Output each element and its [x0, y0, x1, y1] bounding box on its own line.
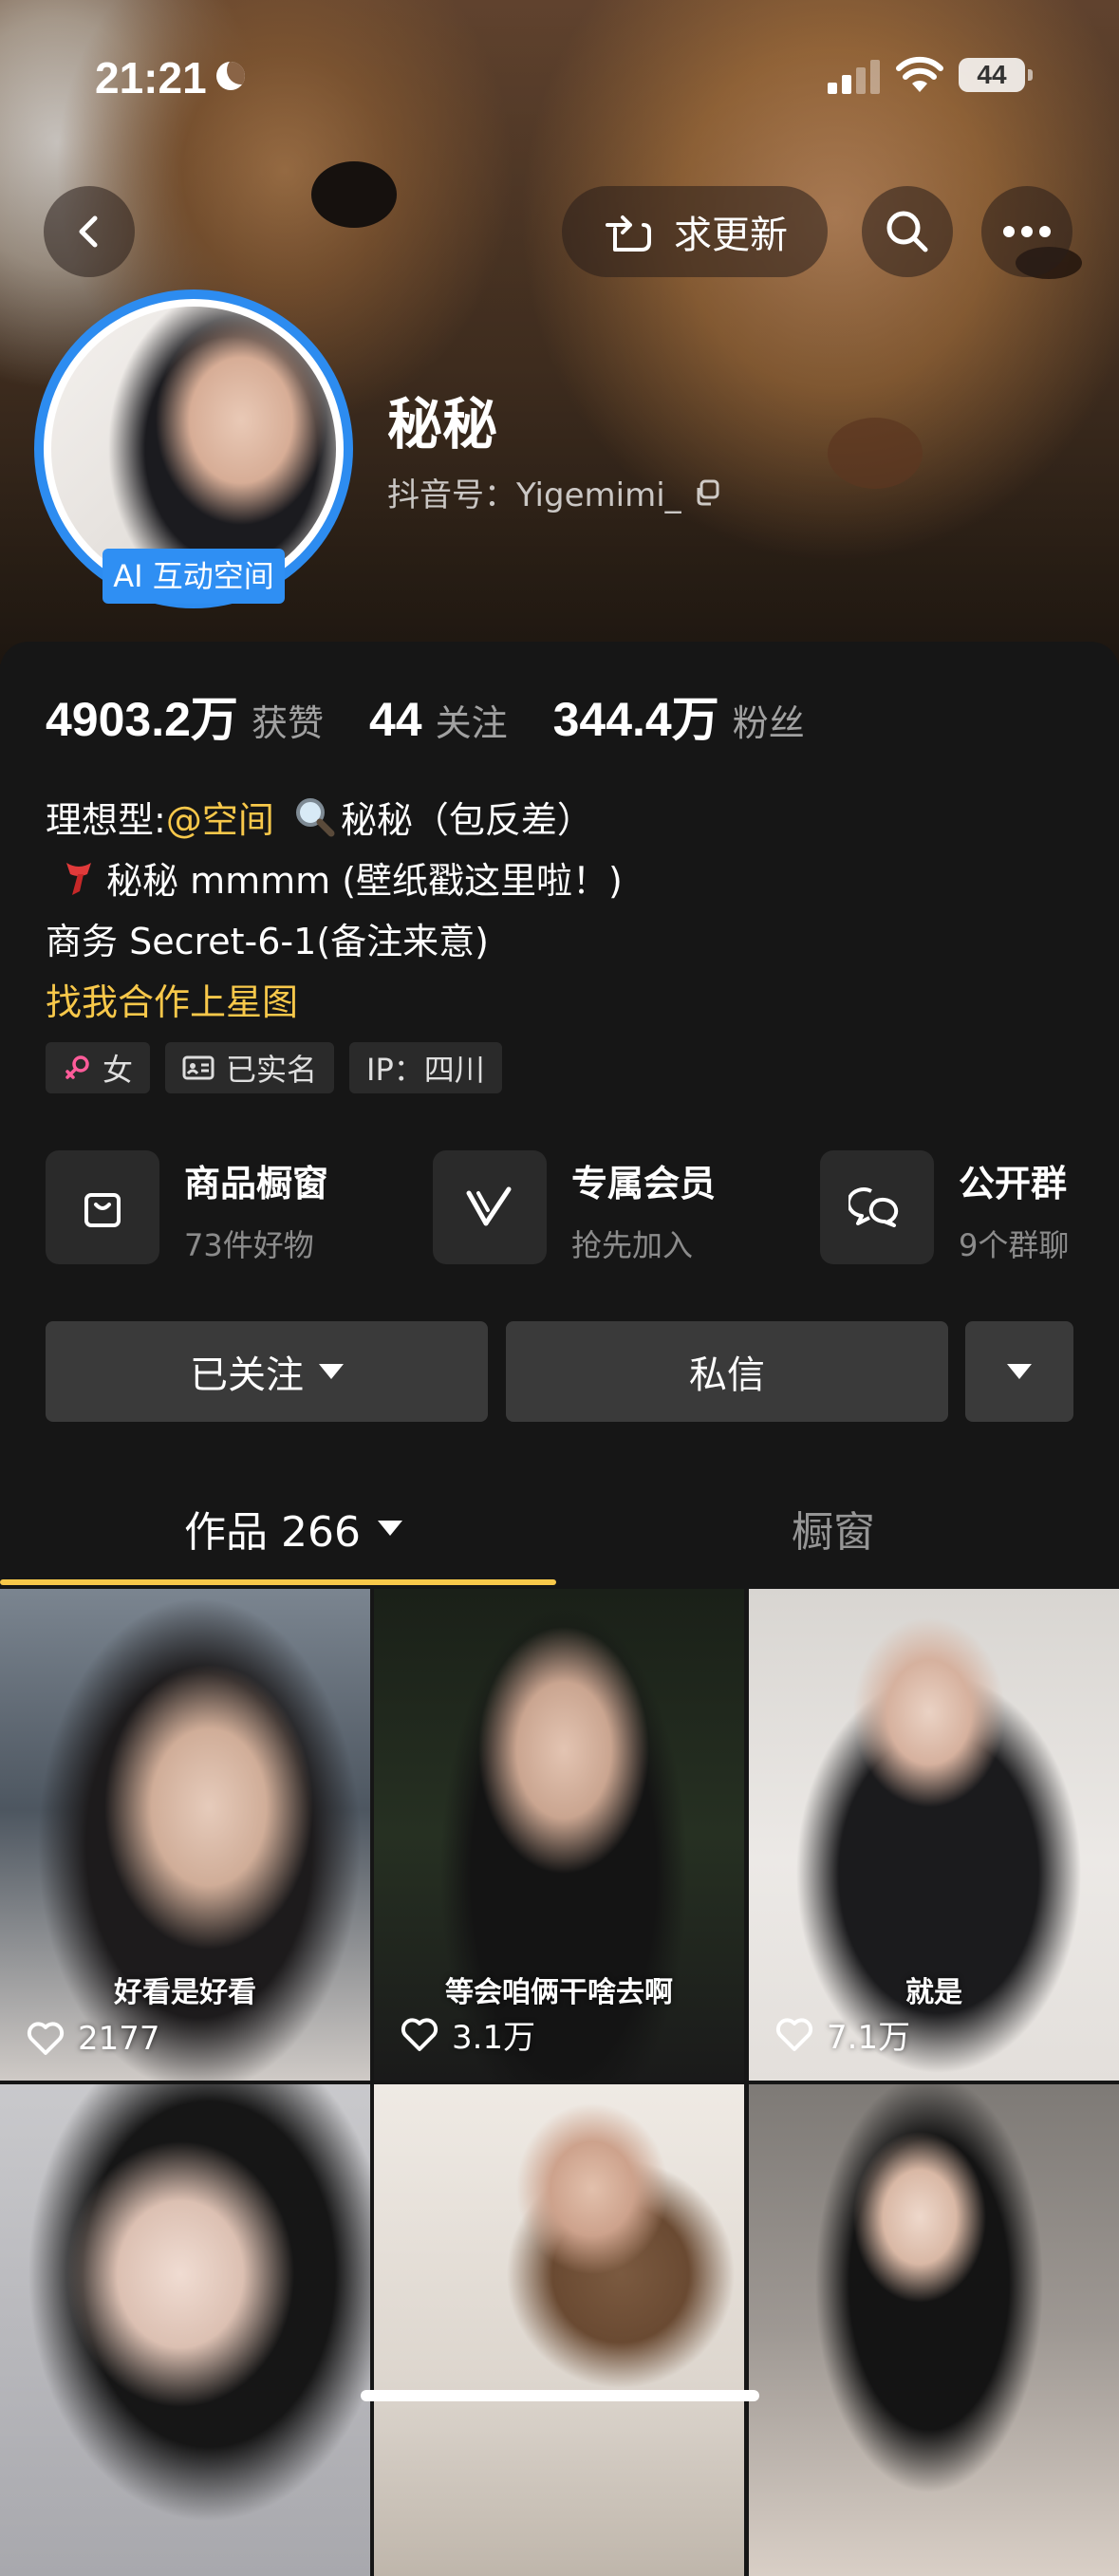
heart-icon [27, 2022, 65, 2055]
stat-likes[interactable]: 4903.2万 获赞 [46, 681, 324, 750]
wifi-icon [896, 56, 943, 92]
request-update-label: 求更新 [674, 214, 788, 257]
feature-row: 商品橱窗 73件好物 专属会员 抢先加入 公开群 9个群聊 [46, 1150, 1119, 1264]
heart-icon [775, 2017, 813, 2051]
active-tab-indicator [0, 1579, 556, 1585]
video-likes: 3.1万 [401, 2011, 535, 2058]
female-icon [65, 1055, 89, 1079]
id-card-icon [182, 1055, 214, 1080]
bio-line-3: 商务 Secret-6-1(备注来意) [46, 921, 489, 962]
following-button[interactable]: 已关注 [46, 1321, 488, 1422]
shopping-bag-icon [84, 1193, 121, 1227]
verified-tag: 已实名 [165, 1042, 335, 1093]
video-thumbnail[interactable] [0, 2084, 370, 2576]
bio-line-1: 理想型:@空间 秘秘（包反差） [46, 790, 623, 850]
profile-name: 秘秘 [387, 392, 498, 457]
do-not-disturb-icon [216, 62, 245, 90]
v-member-icon [466, 1186, 512, 1226]
tab-showcase[interactable]: 橱窗 [792, 1498, 875, 1559]
home-indicator[interactable] [361, 2390, 759, 2401]
profile-bio: 理想型:@空间 秘秘（包反差） 秘秘 mmmm (壁纸戳这里啦！) 商务 Sec… [46, 790, 623, 1033]
stat-followers[interactable]: 344.4万 粉丝 [553, 681, 805, 750]
caret-down-icon [1007, 1364, 1032, 1379]
video-thumbnail[interactable]: 好看是好看 2177 [0, 1589, 370, 2081]
caret-down-icon [377, 1521, 402, 1536]
douyin-id[interactable]: 抖音号：Yigemimi_ [387, 469, 721, 515]
profile-stats: 4903.2万 获赞 44 关注 344.4万 粉丝 [46, 681, 850, 750]
request-update-button[interactable]: 求更新 [562, 186, 828, 277]
cellular-signal-icon [828, 60, 885, 94]
video-thumbnail[interactable] [749, 2084, 1119, 2576]
product-showcase-entry[interactable]: 商品橱窗 73件好物 [46, 1150, 328, 1265]
more-dots-icon [1003, 226, 1051, 237]
stat-following[interactable]: 44 关注 [369, 692, 508, 747]
profile-tags: 女 已实名 IP：四川 [46, 1042, 502, 1093]
video-thumbnail[interactable] [374, 2084, 744, 2576]
gender-tag: 女 [46, 1042, 151, 1093]
video-likes: 7.1万 [775, 2011, 910, 2058]
content-tabs: 作品 266 橱窗 [0, 1498, 1119, 1587]
star-map-link[interactable]: 找我合作上星图 [46, 972, 623, 1033]
mention-link[interactable]: @空间 [166, 799, 274, 841]
more-button[interactable] [981, 186, 1072, 277]
ai-space-badge[interactable]: AI 互动空间 [103, 549, 285, 604]
chat-bubbles-icon [849, 1187, 899, 1227]
copy-icon[interactable] [693, 478, 721, 507]
chevron-left-icon [79, 215, 98, 248]
search-button[interactable] [862, 186, 953, 277]
battery-indicator: 44 [959, 58, 1033, 92]
bio-line-2: 秘秘 mmmm (壁纸戳这里啦！) [46, 850, 623, 911]
video-thumbnail[interactable]: 就是 7.1万 [749, 1589, 1119, 2081]
back-button[interactable] [44, 186, 135, 277]
scarf-icon [66, 863, 91, 895]
magnifier-icon [295, 798, 335, 837]
video-thumbnail[interactable]: 等会咱俩干啥去啊 3.1万 [374, 1589, 744, 2081]
status-bar: 21:21 44 [0, 52, 1119, 109]
search-icon [886, 211, 928, 252]
tab-works[interactable]: 作品 266 [184, 1498, 402, 1559]
public-group-entry[interactable]: 公开群 9个群聊 [820, 1150, 1069, 1265]
pointing-hand-icon [606, 215, 651, 252]
recommend-dropdown-button[interactable] [965, 1321, 1073, 1422]
caret-down-icon [319, 1364, 344, 1379]
ip-location-tag: IP：四川 [349, 1042, 502, 1093]
member-entry[interactable]: 专属会员 抢先加入 [433, 1150, 716, 1265]
status-time: 21:21 [95, 53, 207, 103]
douyin-id-text: 抖音号：Yigemimi_ [387, 476, 681, 514]
heart-icon [401, 2017, 438, 2051]
video-likes: 2177 [27, 2020, 160, 2058]
message-button[interactable]: 私信 [506, 1321, 948, 1422]
